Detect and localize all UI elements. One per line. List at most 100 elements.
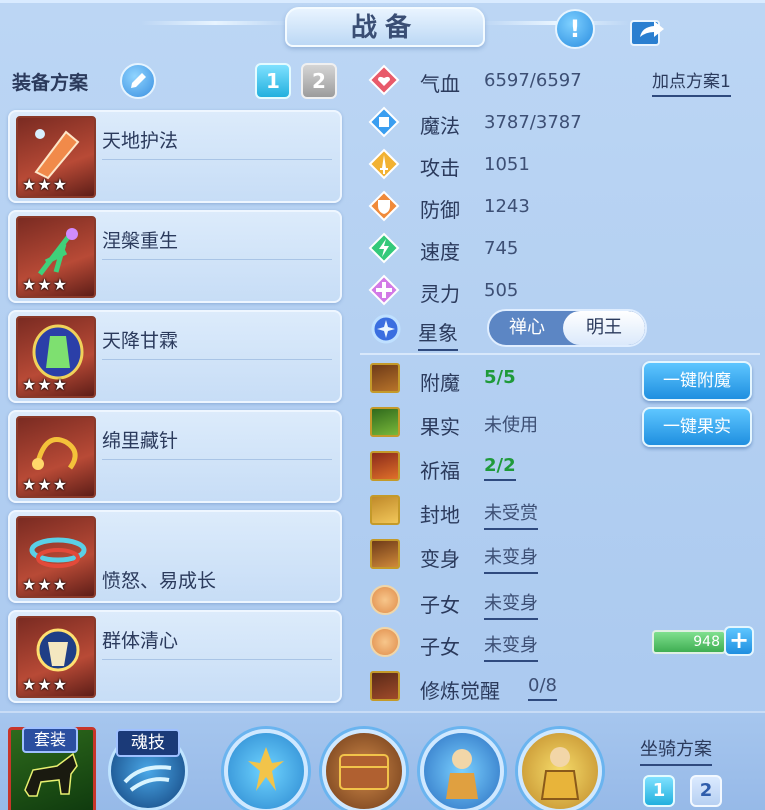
- blessing-icon: [370, 451, 400, 481]
- toggle-option-chanxin[interactable]: 禅心: [489, 311, 565, 345]
- skill-orb-4[interactable]: [518, 729, 602, 810]
- constellation-label: 星象: [418, 317, 458, 351]
- stat-value: 6597/6597: [484, 70, 582, 91]
- cultivation-icon: [370, 671, 400, 701]
- equipment-slot-2[interactable]: ★★★ 涅槃重生: [8, 210, 342, 303]
- skill-orb-3[interactable]: [420, 729, 504, 810]
- equipment-name: 群体清心: [102, 630, 179, 652]
- misc-value: 未使用: [484, 415, 538, 436]
- stat-value: 1051: [484, 154, 530, 175]
- edit-scheme-button[interactable]: [120, 63, 156, 99]
- stat-row-defense: 防御 1243: [360, 188, 765, 224]
- fruit-icon: [370, 407, 400, 437]
- mount-scheme-tab-1[interactable]: 1: [643, 775, 675, 807]
- scroll-icon: [370, 495, 400, 525]
- mana-gem-icon: [368, 106, 400, 138]
- misc-row-fief[interactable]: 封地 未受赏: [360, 491, 760, 531]
- misc-label: 变身: [420, 547, 460, 571]
- warrior-icon: [540, 747, 580, 800]
- stat-row-speed: 速度 745: [360, 230, 765, 266]
- stat-label: 魔法: [420, 114, 460, 138]
- toggle-option-mingwang[interactable]: 明王: [563, 311, 645, 345]
- misc-row-transform[interactable]: 变身 未变身: [360, 535, 760, 575]
- star-rating: ★★★: [22, 475, 69, 494]
- misc-row-child-1[interactable]: 子女 未变身: [360, 581, 760, 621]
- suit-label: 套装: [22, 727, 78, 753]
- equipment-panel: 装备方案 1 2 ★★★ 天地护法 ★★★ 涅槃重生 ★★★ 天降甘霖 ★★★ …: [0, 58, 350, 708]
- scheme-tab-2[interactable]: 2: [301, 63, 337, 99]
- chest-icon: [339, 754, 389, 790]
- shield-gem-icon: [368, 190, 400, 222]
- star-rating: ★★★: [22, 175, 69, 194]
- share-button[interactable]: [628, 11, 668, 51]
- skill-orb-1[interactable]: [224, 729, 308, 810]
- stat-label: 灵力: [420, 282, 460, 306]
- star-orb-icon: [371, 314, 401, 344]
- add-button[interactable]: +: [724, 626, 754, 656]
- equipment-name: 绵里藏针: [102, 430, 179, 452]
- equipment-slot-5[interactable]: ★★★ 愤怒、易成长: [8, 510, 342, 603]
- equipment-icon: ★★★: [16, 116, 96, 198]
- star-rating: ★★★: [22, 575, 69, 594]
- misc-value: 未受赏: [484, 499, 538, 530]
- enchant-icon: [370, 363, 400, 393]
- lightning-gem-icon: [368, 232, 400, 264]
- mount-scheme-tab-2[interactable]: 2: [690, 775, 722, 807]
- equipment-icon: ★★★: [16, 616, 96, 698]
- cross-gem-icon: [368, 274, 400, 306]
- star-rating: ★★★: [22, 675, 69, 694]
- equipment-name: 天地护法: [102, 130, 179, 152]
- stat-value: 1243: [484, 196, 530, 217]
- stat-row-mp: 魔法 3787/3787: [360, 104, 765, 140]
- divider: [102, 359, 332, 360]
- one-click-enchant-button[interactable]: 一键附魔: [642, 361, 752, 401]
- equipment-slot-6[interactable]: ★★★ 群体清心: [8, 610, 342, 703]
- equipment-effect-text: 愤怒、易成长: [102, 570, 217, 592]
- equipment-icon: ★★★: [16, 316, 96, 398]
- stat-label: 攻击: [420, 156, 460, 180]
- divider: [360, 353, 760, 355]
- misc-value: 0/8: [528, 675, 557, 701]
- dancer-icon: [248, 747, 284, 791]
- equipment-icon: ★★★: [16, 516, 96, 598]
- title-ornament-left: [140, 21, 290, 25]
- scheme-tab-1[interactable]: 1: [255, 63, 291, 99]
- divider: [102, 259, 332, 260]
- divider: [102, 459, 332, 460]
- child-progress-bar: 948: [652, 630, 726, 654]
- star-rating: ★★★: [22, 375, 69, 394]
- misc-row-blessing[interactable]: 祈福 2/2: [360, 447, 760, 487]
- equipment-slot-3[interactable]: ★★★ 天降甘霖: [8, 310, 342, 403]
- info-button[interactable]: !: [555, 9, 595, 49]
- sword-gem-icon: [368, 148, 400, 180]
- star-rating: ★★★: [22, 275, 69, 294]
- misc-value: 5/5: [484, 367, 516, 388]
- misc-value: 未变身: [484, 543, 538, 574]
- constellation-toggle[interactable]: 禅心 明王: [487, 309, 647, 347]
- stat-row-spirit: 灵力 505: [360, 272, 765, 308]
- stat-row-attack: 攻击 1051: [360, 146, 765, 182]
- misc-row-cultivation[interactable]: 修炼觉醒 0/8: [360, 667, 760, 707]
- heart-gem-icon: [368, 64, 400, 96]
- one-click-fruit-button[interactable]: 一键果实: [642, 407, 752, 447]
- monk-icon: [446, 749, 478, 799]
- divider: [102, 159, 332, 160]
- mount-scheme-label: 坐骑方案: [640, 735, 712, 766]
- page-title: 战备: [285, 7, 485, 47]
- transform-icon: [370, 539, 400, 569]
- misc-value: 未变身: [484, 631, 538, 662]
- equipment-slot-4[interactable]: ★★★ 绵里藏针: [8, 410, 342, 503]
- misc-value: 未变身: [484, 589, 538, 620]
- stat-label: 防御: [420, 198, 460, 222]
- skill-orb-2[interactable]: [322, 729, 406, 810]
- pencil-icon: [131, 73, 146, 88]
- panel-frame: 战备 ! 装备方案 1 2 ★★★ 天地护法 ★★★ 涅槃重生 ★★★ 天降甘霖…: [0, 0, 765, 810]
- misc-label: 子女: [420, 593, 460, 617]
- equipment-name: 天降甘霖: [102, 330, 179, 352]
- equipment-slot-1[interactable]: ★★★ 天地护法: [8, 110, 342, 203]
- misc-label: 果实: [420, 415, 460, 439]
- equipment-icon: ★★★: [16, 416, 96, 498]
- divider: [102, 659, 332, 660]
- exclamation-icon: !: [569, 15, 581, 43]
- stat-label: 气血: [420, 72, 460, 96]
